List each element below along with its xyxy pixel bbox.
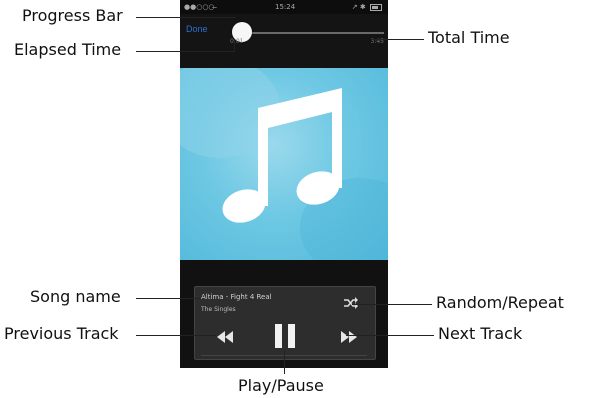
label-next-track: Next Track [438,324,523,343]
leader-previous-track [136,335,216,336]
leader-play-pause [284,350,285,374]
player-top-bar: Done 0:01 3:45 [180,14,388,68]
label-progress-bar: Progress Bar [22,6,123,25]
carrier-signal: ●●○○○ ̶ [184,3,217,11]
label-total-time: Total Time [428,28,510,47]
leader-total-time [372,39,424,40]
shuffle-icon[interactable] [343,296,359,310]
leader-elapsed-time-v [234,40,235,52]
label-play-pause: Play/Pause [238,376,324,395]
label-elapsed-time: Elapsed Time [14,40,122,59]
next-icon[interactable] [341,331,357,343]
leader-elapsed-time [136,51,234,52]
label-random-repeat: Random/Repeat [436,293,564,312]
status-icons: ↗ ✱ [352,3,382,11]
label-previous-track: Previous Track [4,324,119,343]
done-button[interactable]: Done [186,24,208,34]
previous-icon[interactable] [217,331,233,343]
music-player-screen: ●●○○○ ̶ 15:24 ↗ ✱ Done 0:01 3:45 Altima … [180,0,388,368]
music-note-icon [180,68,388,260]
progress-bar[interactable] [242,32,384,34]
pause-icon[interactable] [271,323,299,349]
album-art [180,68,388,260]
leader-song-name [136,298,200,299]
song-title: Altima - Fight 4 Real [201,293,272,301]
label-song-name: Song name [30,287,121,306]
now-playing-panel: Altima - Fight 4 Real The Singles [194,286,376,360]
leader-next-track [346,335,434,336]
battery-icon [370,3,382,11]
status-time: 15:24 [275,3,296,11]
status-bar: ●●○○○ ̶ 15:24 ↗ ✱ [180,0,388,14]
leader-random-repeat [352,304,432,305]
album-name: The Singles [201,306,236,313]
status-extra: ↗ ✱ [351,3,366,11]
leader-progress-bar [136,17,236,18]
elapsed-time: 0:01 [230,38,244,45]
